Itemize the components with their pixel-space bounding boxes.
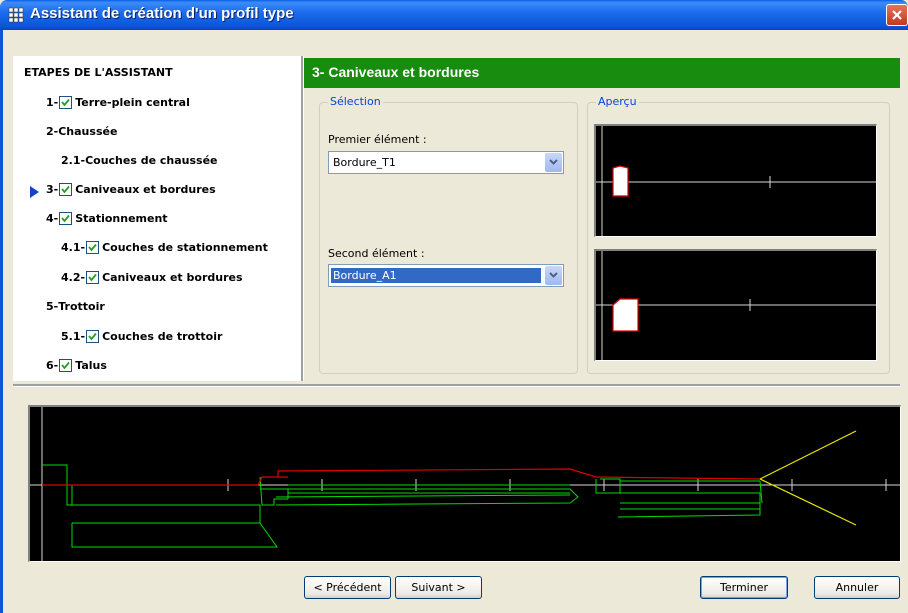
- steps-title: ETAPES DE L'ASSISTANT: [24, 66, 173, 79]
- dropdown-button[interactable]: [545, 266, 562, 285]
- grid-icon: [8, 7, 24, 23]
- step-label: Talus: [75, 358, 107, 372]
- second-element-preview: [594, 249, 877, 361]
- step-item[interactable]: 6- Talus: [46, 357, 107, 373]
- checkbox-icon: [59, 358, 73, 372]
- first-element-select[interactable]: Bordure_T1: [328, 151, 564, 174]
- second-element-select[interactable]: Bordure_A1: [328, 264, 564, 287]
- window-title: Assistant de création d'un profil type: [30, 5, 294, 22]
- step-item[interactable]: 2.1- Couches de chaussée: [61, 152, 218, 168]
- section-header: 3- Caniveaux et bordures: [304, 58, 900, 88]
- step-label: Couches de trottoir: [102, 329, 223, 343]
- preview-group-title: Aperçu: [596, 95, 639, 108]
- checkbox-icon: [86, 329, 100, 343]
- second-element-preview-drawing: [596, 251, 876, 360]
- profile-view: [28, 405, 901, 562]
- step-prefix: 5-: [46, 299, 59, 313]
- checkbox-icon: [86, 240, 100, 254]
- step-item[interactable]: 5- Trottoir: [46, 298, 105, 314]
- step-prefix: 3-: [46, 182, 59, 196]
- next-button[interactable]: Suivant >: [395, 576, 482, 599]
- step-item[interactable]: 4.1- Couches de stationnement: [61, 239, 268, 255]
- current-step-arrow-icon: [30, 186, 39, 198]
- first-element-preview: [594, 124, 877, 237]
- first-element-preview-drawing: [596, 126, 876, 236]
- step-prefix: 4.2-: [61, 270, 86, 284]
- step-prefix: 1-: [46, 95, 59, 109]
- first-element-value: Bordure_T1: [333, 156, 396, 169]
- step-prefix: 6-: [46, 358, 59, 372]
- step-label: Couches de stationnement: [102, 240, 268, 254]
- steps-panel: ETAPES DE L'ASSISTANT 1- Terre-plein cen…: [13, 56, 301, 381]
- chevron-down-icon: [549, 159, 558, 165]
- step-prefix: 4.1-: [61, 240, 86, 254]
- step-label: Trottoir: [58, 299, 105, 313]
- title-bar: Assistant de création d'un profil type: [0, 0, 908, 30]
- step-prefix: 5.1-: [61, 329, 86, 343]
- finish-button[interactable]: Terminer: [700, 576, 788, 599]
- cancel-button[interactable]: Annuler: [814, 576, 900, 599]
- step-item[interactable]: 4- Stationnement: [46, 210, 168, 226]
- first-element-label: Premier élément :: [328, 133, 427, 146]
- step-prefix: 2-: [46, 124, 59, 138]
- step-label: Stationnement: [75, 211, 168, 225]
- chevron-down-icon: [549, 272, 558, 278]
- step-label: Terre-plein central: [75, 95, 190, 109]
- step-item-current[interactable]: 3- Caniveaux et bordures: [46, 181, 216, 197]
- close-button[interactable]: [886, 4, 908, 26]
- step-label: Chaussée: [58, 124, 118, 138]
- checkbox-icon: [59, 95, 73, 109]
- step-item[interactable]: 5.1- Couches de trottoir: [61, 328, 222, 344]
- step-label: Caniveaux et bordures: [102, 270, 243, 284]
- step-item[interactable]: 2- Chaussée: [46, 123, 117, 139]
- step-item[interactable]: 1- Terre-plein central: [46, 94, 190, 110]
- profile-drawing: [30, 407, 900, 561]
- previous-button[interactable]: < Précédent: [304, 576, 391, 599]
- close-icon: [892, 10, 902, 20]
- checkbox-icon: [59, 182, 73, 196]
- checkbox-icon: [59, 211, 73, 225]
- dropdown-button[interactable]: [545, 153, 562, 172]
- step-label: Couches de chaussée: [85, 153, 218, 167]
- step-prefix: 4-: [46, 211, 59, 225]
- second-element-label: Second élément :: [328, 247, 425, 260]
- step-label: Caniveaux et bordures: [75, 182, 216, 196]
- step-item[interactable]: 4.2- Caniveaux et bordures: [61, 269, 243, 285]
- selection-group-title: Sélection: [328, 95, 383, 108]
- horizontal-divider: [13, 384, 900, 387]
- second-element-value: Bordure_A1: [331, 268, 541, 283]
- section-title: 3- Caniveaux et bordures: [312, 64, 480, 80]
- step-prefix: 2.1-: [61, 153, 86, 167]
- checkbox-icon: [86, 270, 100, 284]
- vertical-divider: [301, 56, 304, 381]
